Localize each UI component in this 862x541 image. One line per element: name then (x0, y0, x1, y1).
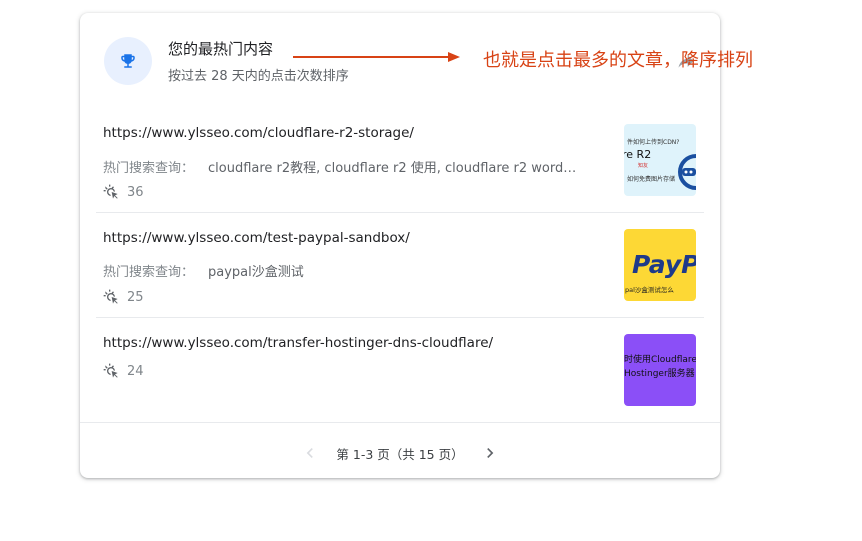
row-divider (96, 212, 704, 213)
list-item[interactable]: https://www.ylsseo.com/transfer-hostinge… (96, 326, 704, 416)
annotation-text: 也就是点击最多的文章，降序排列 (483, 50, 753, 71)
svg-text:如何免费图片存储: 如何免费图片存储 (627, 175, 675, 183)
page-url[interactable]: https://www.ylsseo.com/test-paypal-sandb… (103, 230, 410, 246)
list-item[interactable]: https://www.ylsseo.com/test-paypal-sandb… (96, 221, 704, 317)
svg-text:时使用Cloudflare: 时使用Cloudflare (624, 353, 696, 365)
thumbnail: PayP pal沙盒测试怎么 (624, 229, 696, 301)
row-divider (96, 317, 704, 318)
page-url[interactable]: https://www.ylsseo.com/cloudflare-r2-sto… (103, 125, 414, 141)
svg-text:Hostinger服务器: Hostinger服务器 (624, 367, 695, 379)
page-indicator: 第 1-3 页（共 15 页） (336, 446, 464, 462)
svg-text:re R2: re R2 (624, 148, 651, 161)
query-label: 热门搜索查询： (103, 265, 195, 280)
query-label: 热门搜索查询： (103, 161, 195, 176)
next-page-button[interactable] (478, 441, 502, 465)
thumbnail: 件如何上传到CDN? re R2 知友 如何免费图片存储 (624, 124, 696, 196)
page-url[interactable]: https://www.ylsseo.com/transfer-hostinge… (103, 335, 493, 351)
svg-text:件如何上传到CDN?: 件如何上传到CDN? (627, 138, 679, 146)
query-value: cloudflare r2教程, cloudflare r2 使用, cloud… (208, 161, 577, 176)
annotation-arrow (293, 52, 460, 62)
prev-page-button[interactable] (298, 441, 322, 465)
click-icon (103, 289, 118, 304)
clicks-count: 25 (103, 289, 144, 305)
clicks-count: 36 (103, 184, 144, 200)
chevron-left-icon (307, 448, 314, 458)
footer-divider (80, 422, 720, 423)
card-title: 您的最热门内容 (168, 40, 274, 58)
top-content-card: 您的最热门内容 按过去 28 天内的点击次数排序 https://www.yls… (80, 13, 720, 478)
svg-text:pal沙盒测试怎么: pal沙盒测试怎么 (625, 285, 674, 294)
svg-text:知友: 知友 (638, 162, 648, 169)
svg-text:PayP: PayP (632, 250, 696, 279)
click-icon (103, 363, 118, 378)
chevron-right-icon (486, 448, 493, 458)
clicks-count: 24 (103, 363, 144, 379)
thumbnail: 时使用Cloudflare Hostinger服务器 (624, 334, 696, 406)
trophy-icon (104, 37, 152, 85)
query-value: paypal沙盒测试 (208, 265, 304, 280)
list-item[interactable]: https://www.ylsseo.com/cloudflare-r2-sto… (96, 116, 704, 212)
click-icon (103, 184, 118, 199)
pagination: 第 1-3 页（共 15 页） (80, 441, 720, 465)
